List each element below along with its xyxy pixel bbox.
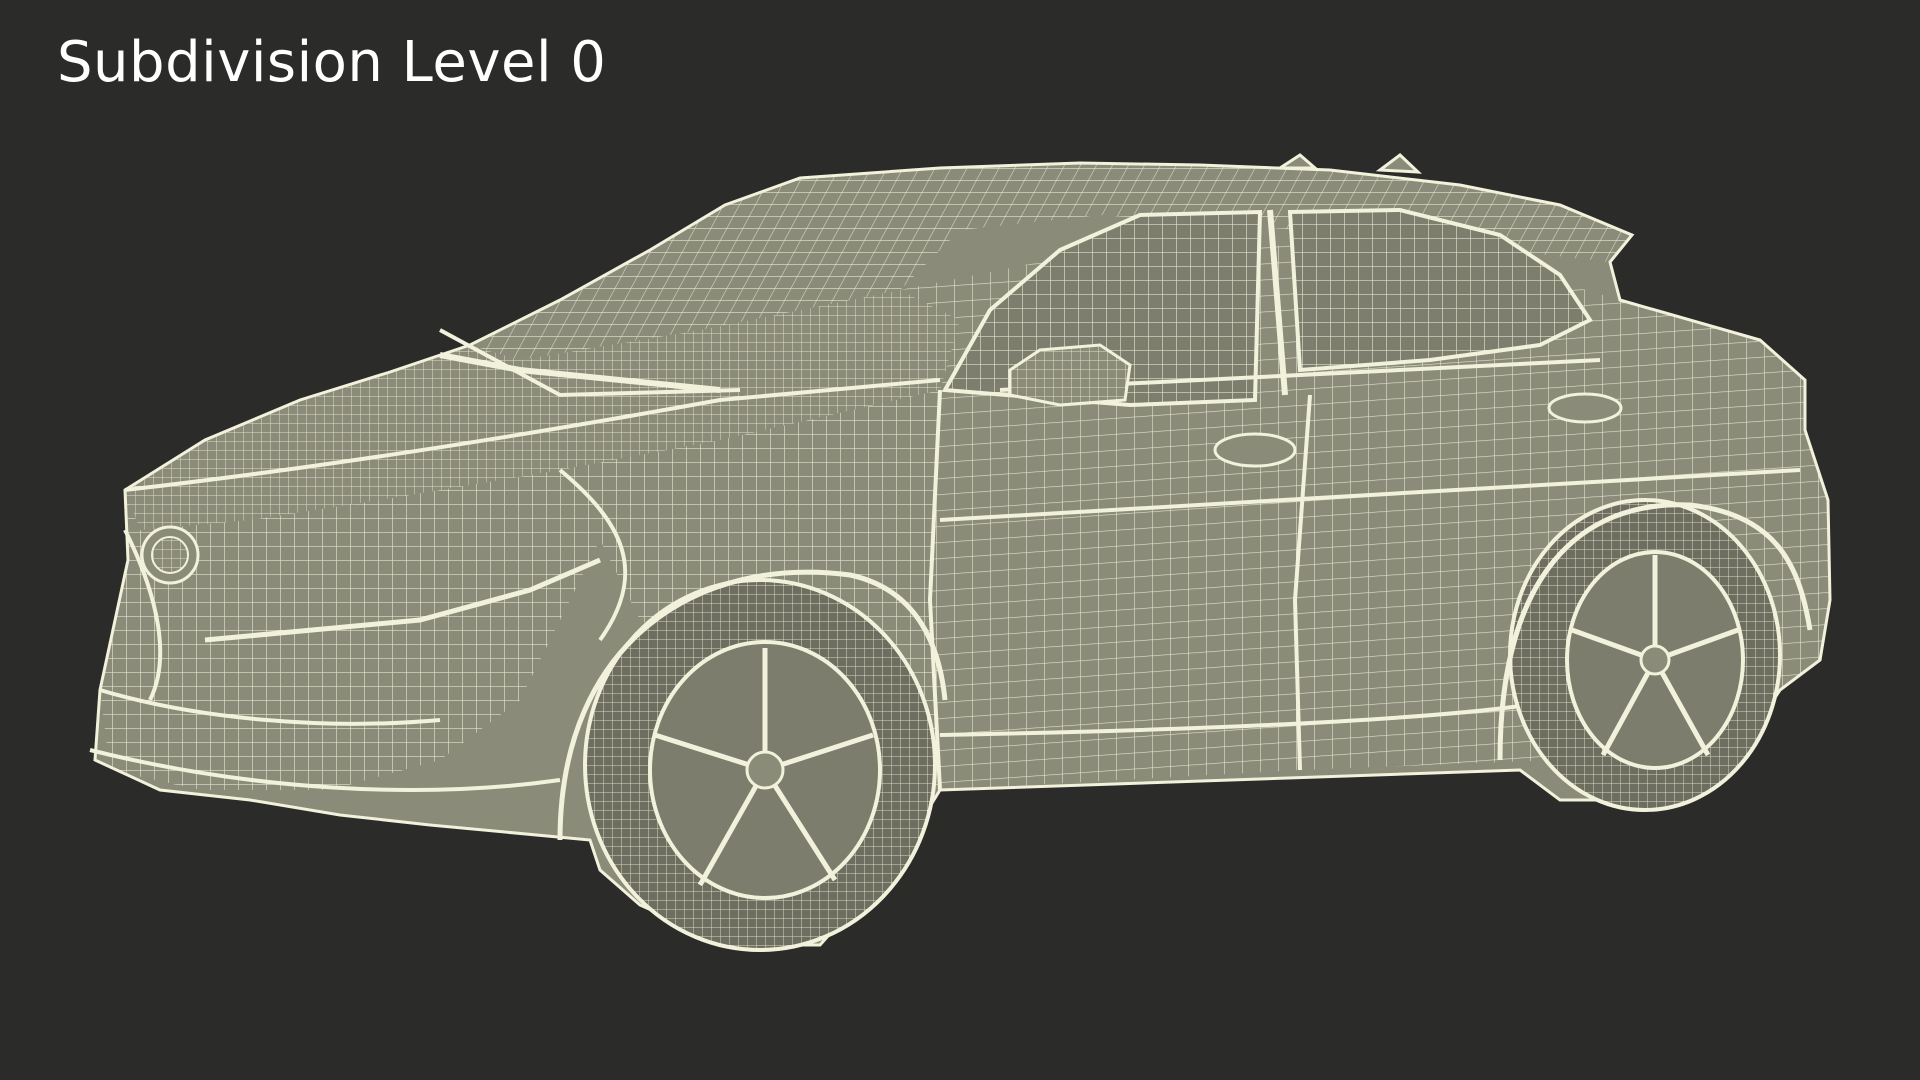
rear-wheel <box>1508 498 1782 812</box>
viewport: Subdivision Level 0 <box>0 0 1920 1080</box>
car-wireframe-icon <box>89 153 1832 952</box>
front-badge <box>140 525 200 585</box>
car-render <box>0 0 1920 1080</box>
roof-fins <box>1274 153 1422 174</box>
